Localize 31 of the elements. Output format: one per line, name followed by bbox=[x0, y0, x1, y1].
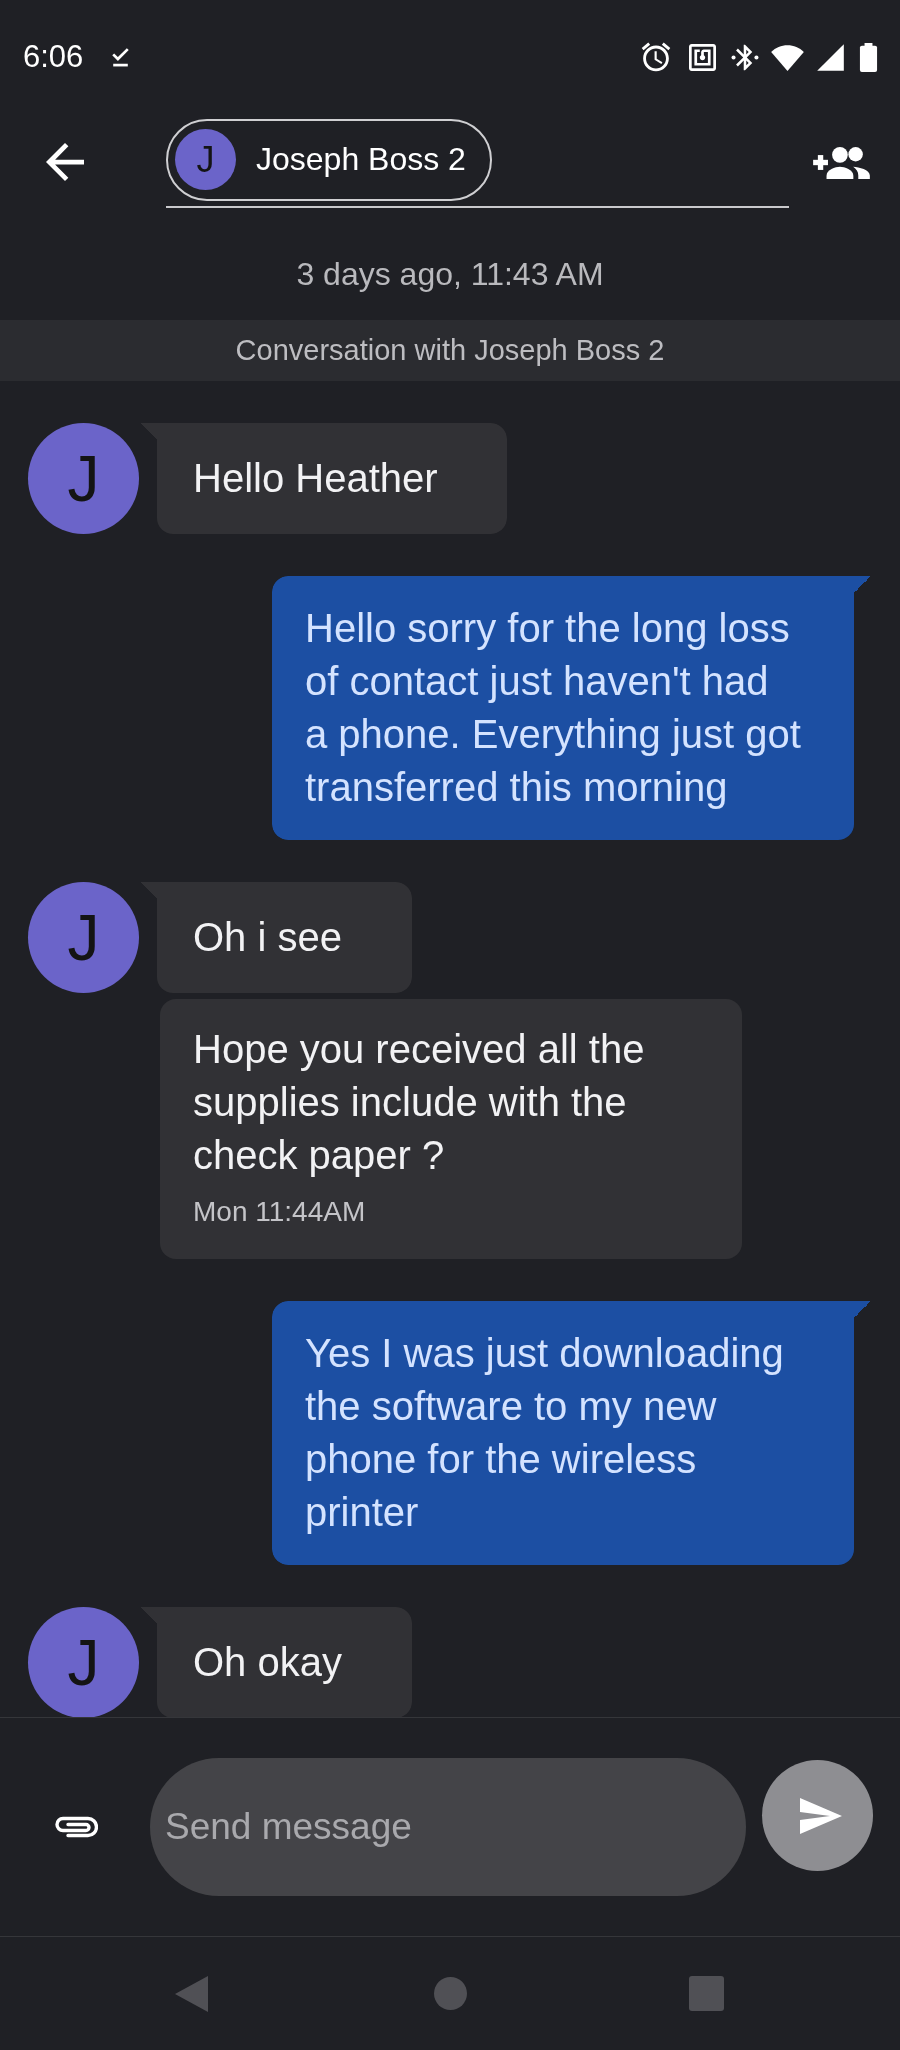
add-people-icon bbox=[813, 145, 871, 179]
message-text: Oh okay bbox=[193, 1639, 343, 1686]
contact-avatar: J bbox=[28, 882, 139, 993]
home-circle-icon bbox=[433, 1977, 467, 2010]
message-text: Hello Heather bbox=[193, 455, 438, 502]
nfc-icon bbox=[689, 43, 716, 71]
message-time: Mon 11:44AM bbox=[193, 1195, 367, 1229]
message-text: Hello sorry for the long loss of contact just haven't had a phone. Everything just got transferred this morning bbox=[305, 605, 801, 811]
attach-button[interactable] bbox=[52, 1814, 98, 1840]
signal-icon bbox=[816, 42, 845, 72]
message-text: Yes I was just downloading the software to my new phone for the wireless printer bbox=[305, 1330, 785, 1536]
contact-chip[interactable]: J Joseph Boss 2 bbox=[166, 118, 492, 201]
battery-icon bbox=[859, 42, 878, 72]
paperclip-icon bbox=[52, 1814, 98, 1840]
send-icon bbox=[799, 1797, 842, 1834]
conversation-banner: Conversation with Joseph Boss 2 bbox=[0, 320, 900, 381]
wifi-icon bbox=[770, 43, 805, 71]
recents-square-icon bbox=[688, 1976, 724, 2011]
conversation-timestamp: 3 days ago, 11:43 AM bbox=[296, 256, 604, 292]
message-input[interactable]: Send message bbox=[150, 1758, 746, 1896]
status-time: 6:06 bbox=[23, 39, 84, 75]
back-arrow-icon bbox=[46, 143, 84, 181]
contact-avatar: J bbox=[28, 1607, 139, 1717]
recipient-field[interactable]: J Joseph Boss 2 bbox=[166, 116, 789, 208]
back-triangle-icon bbox=[174, 1975, 208, 2012]
message-text: Oh i see bbox=[193, 914, 343, 961]
contact-avatar: J bbox=[175, 129, 236, 190]
bluetooth-icon bbox=[731, 43, 759, 71]
message-text: Hope you received all the supplies include with the check paper ? bbox=[193, 1026, 646, 1179]
alarm-clock-icon bbox=[641, 42, 671, 72]
contact-avatar: J bbox=[28, 423, 139, 534]
